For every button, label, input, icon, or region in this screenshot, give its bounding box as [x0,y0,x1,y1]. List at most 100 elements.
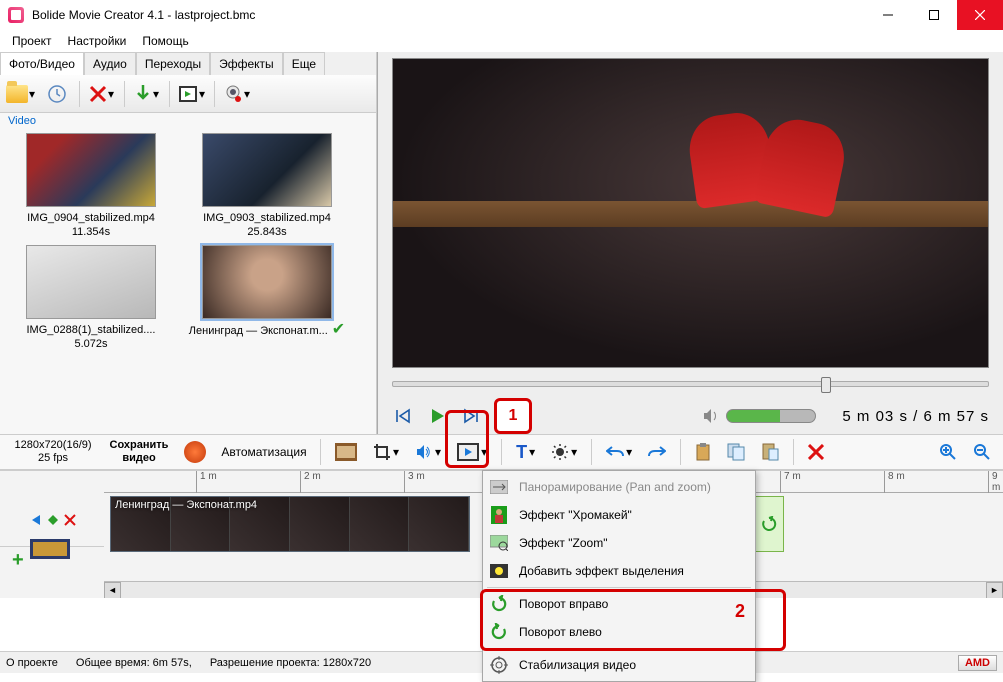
seek-slider[interactable] [392,381,989,387]
menu-help[interactable]: Помощь [134,32,196,50]
thumb-image [26,245,156,319]
library-item[interactable]: IMG_0904_stabilized.mp4 11.354s [6,133,176,239]
delete-x-icon [89,85,107,103]
check-icon: ✔ [332,321,345,338]
track-delete-icon[interactable] [64,514,76,526]
delete-button[interactable]: ▾ [85,79,119,109]
zoom-out-button[interactable] [967,438,997,466]
zoom-in-button[interactable] [933,438,963,466]
highlight-icon [489,561,509,581]
record-button[interactable] [178,438,212,466]
film-icon [178,85,198,103]
annotation-callout-1: 1 [494,398,532,434]
menu-rotate-right[interactable]: Поворот вправо [483,590,755,618]
webcam-icon [223,84,243,104]
save-video-button[interactable]: Сохранить видео [104,439,174,465]
library-item[interactable]: IMG_0903_stabilized.mp4 25.843s [182,133,352,239]
library-toolbar: ▾ ▾ ▾ ▾ ▾ [0,75,376,113]
clock-icon [47,84,67,104]
menu-settings[interactable]: Настройки [60,32,135,50]
preview-video[interactable] [392,58,989,368]
film-button[interactable]: ▾ [175,79,209,109]
annotation-callout-2: 2 [735,601,745,622]
preview-pane: 1 5 m 03 s / 6 m 57 s [377,52,1003,434]
menu-stabilize[interactable]: Стабилизация видео [483,651,755,679]
thumb-name: IMG_0904_stabilized.mp4 [6,211,176,225]
automation-button[interactable]: Автоматизация [216,438,312,466]
scroll-left-icon[interactable]: ◄ [104,582,121,599]
brightness-button[interactable]: ▾ [545,438,583,466]
redo-button[interactable] [642,438,672,466]
text-button[interactable]: T▾ [510,438,541,466]
status-resolution: Разрешение проекта: 1280x720 [210,657,371,669]
maximize-button[interactable] [911,0,957,30]
timeline-effect-clip[interactable] [754,496,784,552]
undo-icon [606,444,624,460]
copy-button[interactable] [721,438,751,466]
tab-audio[interactable]: Аудио [84,52,136,75]
timeline-clip[interactable]: Ленинград — Экспонат.mp4 [110,496,470,552]
thumb-duration: 11.354s [6,225,176,239]
status-total-time: Общее время: 6m 57s, [76,657,192,669]
close-button[interactable] [957,0,1003,30]
add-track-button[interactable]: + [12,549,24,572]
filmstrip-icon [335,443,357,461]
title-bar: Bolide Movie Creator 4.1 - lastproject.b… [0,0,1003,30]
thumb-name: Ленинград — Экспонат.m... [189,325,328,337]
amd-badge: AMD [958,655,997,671]
crop-button[interactable]: ▾ [367,438,405,466]
sound-button[interactable]: ▾ [409,438,447,466]
app-logo-icon [8,7,24,23]
step-back-button[interactable] [392,405,414,427]
clipboard-icon [695,443,711,461]
clip-label: Ленинград — Экспонат.mp4 [115,499,257,511]
delete-clip-button[interactable] [802,438,830,466]
tab-more[interactable]: Еще [283,52,325,75]
menu-bar: Проект Настройки Помощь [0,30,1003,52]
filmstrip-button[interactable] [329,438,363,466]
rotate-right-icon [761,516,777,532]
library-thumbs: IMG_0904_stabilized.mp4 11.354s IMG_0903… [0,129,376,434]
menu-pan-zoom[interactable]: Панорамирование (Pan and zoom) [483,473,755,501]
ruler-tick: 3 m [404,471,425,493]
thumb-duration: 5.072s [6,337,176,351]
prev-track-icon[interactable] [28,513,42,527]
tab-transitions[interactable]: Переходы [136,52,210,75]
folder-icon [6,85,28,103]
thumb-duration: 25.843s [182,225,352,239]
status-about[interactable]: О проекте [6,657,58,669]
ruler-tick: 7 m [780,471,801,493]
effects-dropdown-menu: Панорамирование (Pan and zoom) Эффект "Х… [482,470,756,682]
library-item[interactable]: IMG_0288(1)_stabilized.... 5.072s [6,245,176,351]
speaker-icon[interactable] [702,407,720,425]
volume-slider[interactable] [726,409,816,423]
recent-button[interactable] [40,79,74,109]
download-button[interactable]: ▾ [130,79,164,109]
paste-button[interactable] [755,438,785,466]
project-resolution: 1280x720(16/9)25 fps [6,439,100,465]
tab-photo-video[interactable]: Фото/Видео [0,52,84,75]
open-folder-button[interactable]: ▾ [4,79,38,109]
menu-highlight[interactable]: Добавить эффект выделения [483,557,755,585]
ruler-tick: 9 m [988,471,1003,493]
track-menu-icon[interactable] [46,513,60,527]
download-arrow-icon [134,84,152,104]
library-group-label: Video [0,113,376,129]
menu-chromakey[interactable]: Эффект "Хромакей" [483,501,755,529]
scroll-right-icon[interactable]: ► [986,582,1003,599]
webcam-button[interactable]: ▾ [220,79,254,109]
menu-rotate-left[interactable]: Поворот влево [483,618,755,646]
timecode: 5 m 03 s / 6 m 57 s [842,408,989,425]
menu-project[interactable]: Проект [4,32,60,50]
undo-button[interactable]: ▾ [600,438,638,466]
seek-handle[interactable] [821,377,831,393]
tab-effects[interactable]: Эффекты [210,52,283,75]
clipboard-button[interactable] [689,438,717,466]
menu-zoom-effect[interactable]: Эффект "Zoom" [483,529,755,557]
library-item-selected[interactable]: Ленинград — Экспонат.m... ✔ [182,245,352,351]
track-film-icon [30,539,70,559]
text-icon: T [516,442,527,463]
effects-dropdown-button[interactable]: ▾ [451,438,493,466]
minimize-button[interactable] [865,0,911,30]
thumb-image [26,133,156,207]
